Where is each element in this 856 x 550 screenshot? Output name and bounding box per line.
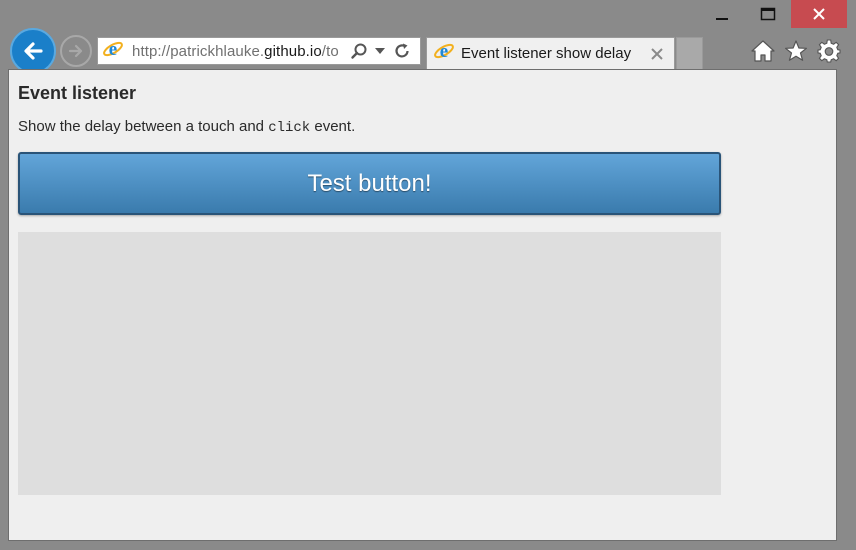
arrow-left-icon [24, 42, 43, 60]
maximize-button[interactable] [745, 0, 791, 28]
browser-toolbar [751, 38, 841, 64]
svg-text:e: e [109, 39, 117, 60]
url-text[interactable]: http://patrickhlauke.github.io/to [132, 43, 344, 60]
tab-event-listener[interactable]: e Event listener show delay [426, 37, 675, 69]
page-content: Event listener Show the delay between a … [8, 69, 837, 541]
output-area [18, 232, 721, 495]
ie-logo-icon: e [433, 40, 455, 67]
refresh-icon[interactable] [390, 42, 414, 60]
new-tab-button[interactable] [676, 37, 703, 69]
page-description: Show the delay between a touch and click… [18, 118, 356, 136]
forward-button[interactable] [60, 35, 92, 67]
search-icon[interactable] [348, 42, 370, 60]
chevron-down-icon[interactable] [370, 47, 390, 55]
test-button[interactable]: Test button! [18, 152, 721, 215]
star-icon[interactable] [784, 38, 808, 64]
window-controls [699, 0, 847, 28]
close-icon [813, 8, 825, 20]
page-title: Event listener [18, 83, 137, 103]
minimize-icon [716, 18, 728, 20]
minimize-button[interactable] [699, 0, 745, 28]
back-button[interactable] [10, 28, 56, 74]
maximize-icon [760, 7, 776, 21]
tab-title: Event listener show delay [461, 45, 632, 62]
code-snippet: click [268, 120, 311, 136]
close-icon[interactable] [646, 47, 668, 60]
svg-text:e: e [440, 41, 448, 62]
address-bar[interactable]: e http://patrickhlauke.github.io/to [97, 37, 421, 65]
ie-logo-icon: e [102, 38, 124, 65]
home-icon[interactable] [751, 38, 775, 64]
browser-window: e http://patrickhlauke.github.io/to e Ev… [0, 0, 856, 550]
close-window-button[interactable] [791, 0, 847, 28]
arrow-right-icon [68, 44, 83, 58]
gear-icon[interactable] [817, 38, 841, 64]
